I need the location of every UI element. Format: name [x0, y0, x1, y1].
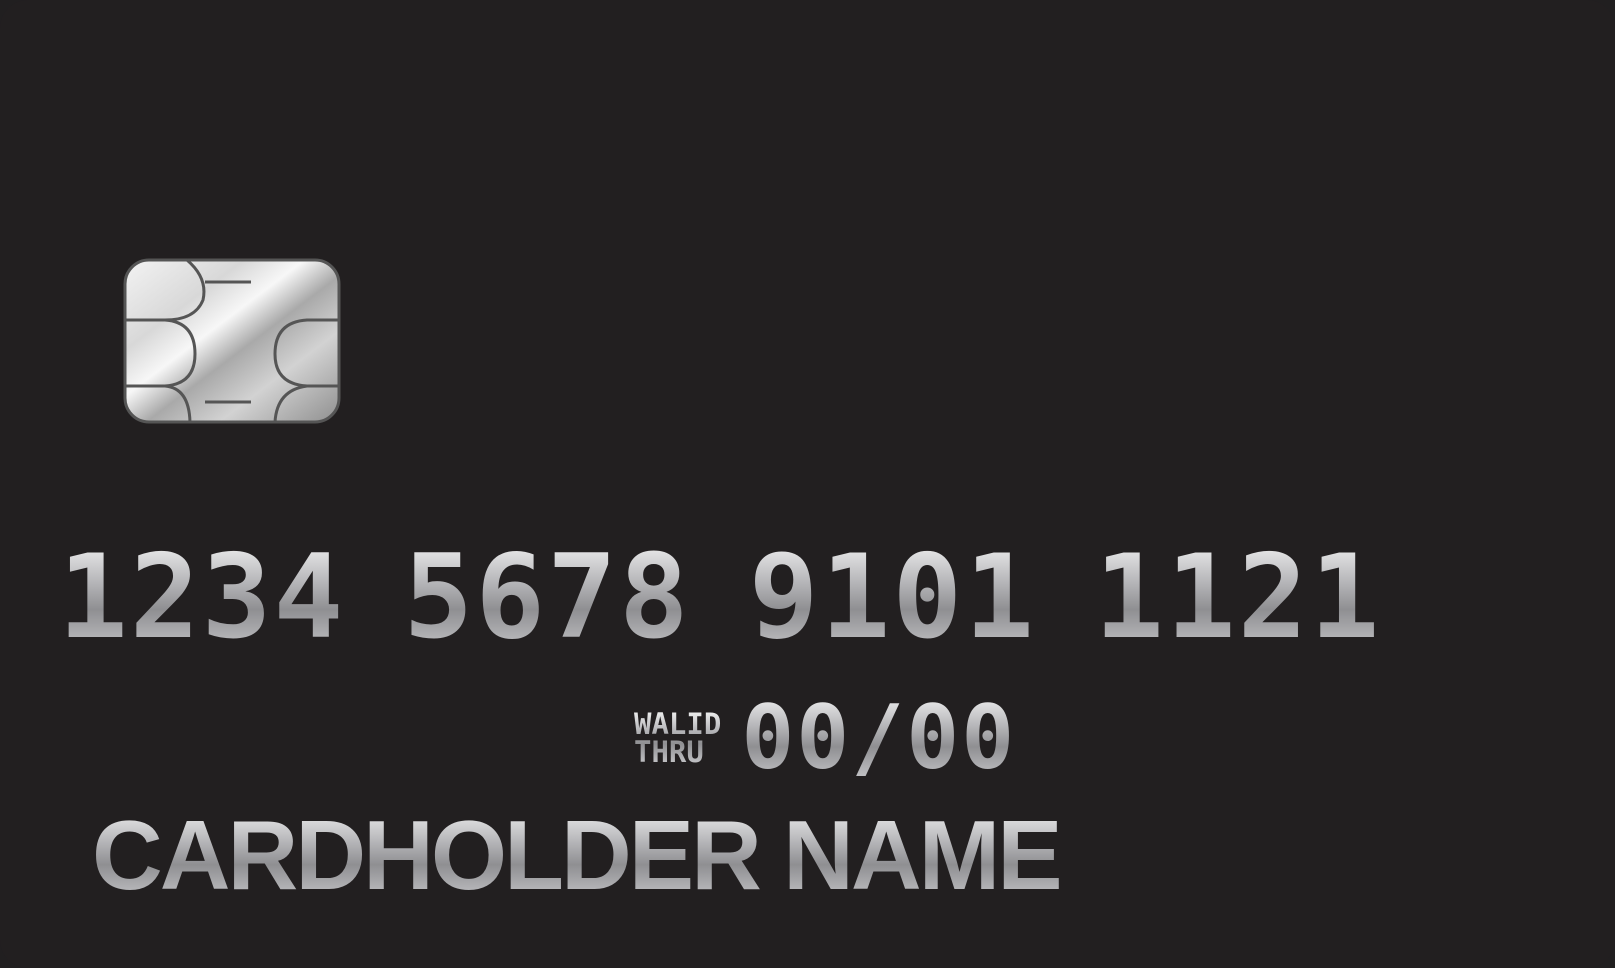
- valid-thru-block: WALID THRU 00/00: [634, 694, 1016, 782]
- card-number: 1234 5678 9101 1121: [58, 540, 1439, 656]
- cardholder-name: CARDHOLDER NAME: [92, 800, 1063, 910]
- card-number-group-1: 1234: [58, 530, 346, 665]
- credit-card: 1234 5678 9101 1121 WALID THRU 00/00 CAR…: [0, 0, 1615, 968]
- expiry-date: 00/00: [741, 686, 1017, 789]
- emv-chip-icon: [123, 258, 341, 424]
- card-number-group-3: 9101: [748, 530, 1037, 665]
- valid-thru-label: WALID THRU: [634, 710, 721, 766]
- card-number-group-4: 1121: [1094, 530, 1382, 665]
- valid-label-line-2: THRU: [634, 735, 704, 769]
- card-number-group-2: 5678: [403, 530, 691, 665]
